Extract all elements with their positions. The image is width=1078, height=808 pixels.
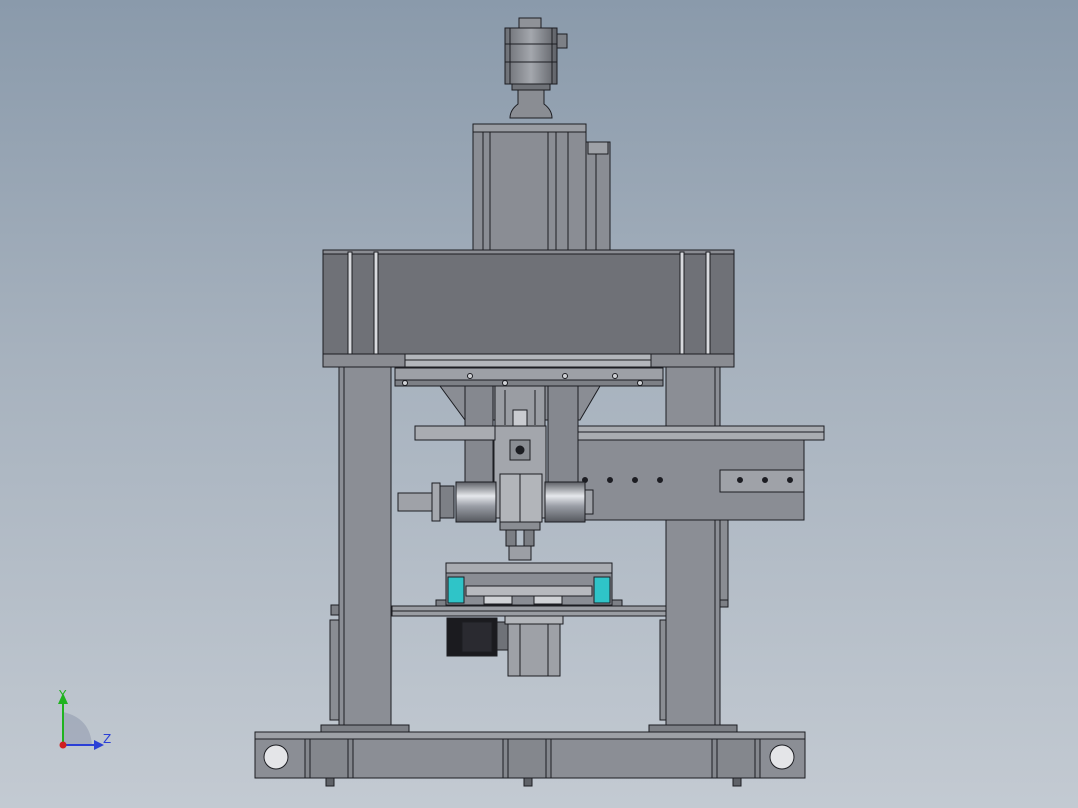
- cad-viewport[interactable]: Y Z: [0, 0, 1078, 808]
- bottom-drive: [446, 615, 564, 677]
- spindle-carriage: [439, 385, 601, 561]
- top-servo-motor: [504, 17, 568, 119]
- coordinate-triad: Y Z: [58, 688, 111, 750]
- right-roller: [593, 576, 611, 604]
- lower-fixture: [391, 562, 667, 617]
- machine-model-drawing[interactable]: Y Z: [0, 0, 1078, 808]
- y-axis-label: Y: [58, 688, 67, 702]
- vertical-actuator-column: [472, 123, 611, 253]
- origin-dot: [59, 741, 67, 749]
- top-head-beam: [322, 249, 735, 368]
- base-frame: [254, 731, 806, 787]
- left-roller: [447, 576, 465, 604]
- upper-slide-rail: [394, 367, 664, 387]
- z-axis-label: Z: [103, 732, 111, 746]
